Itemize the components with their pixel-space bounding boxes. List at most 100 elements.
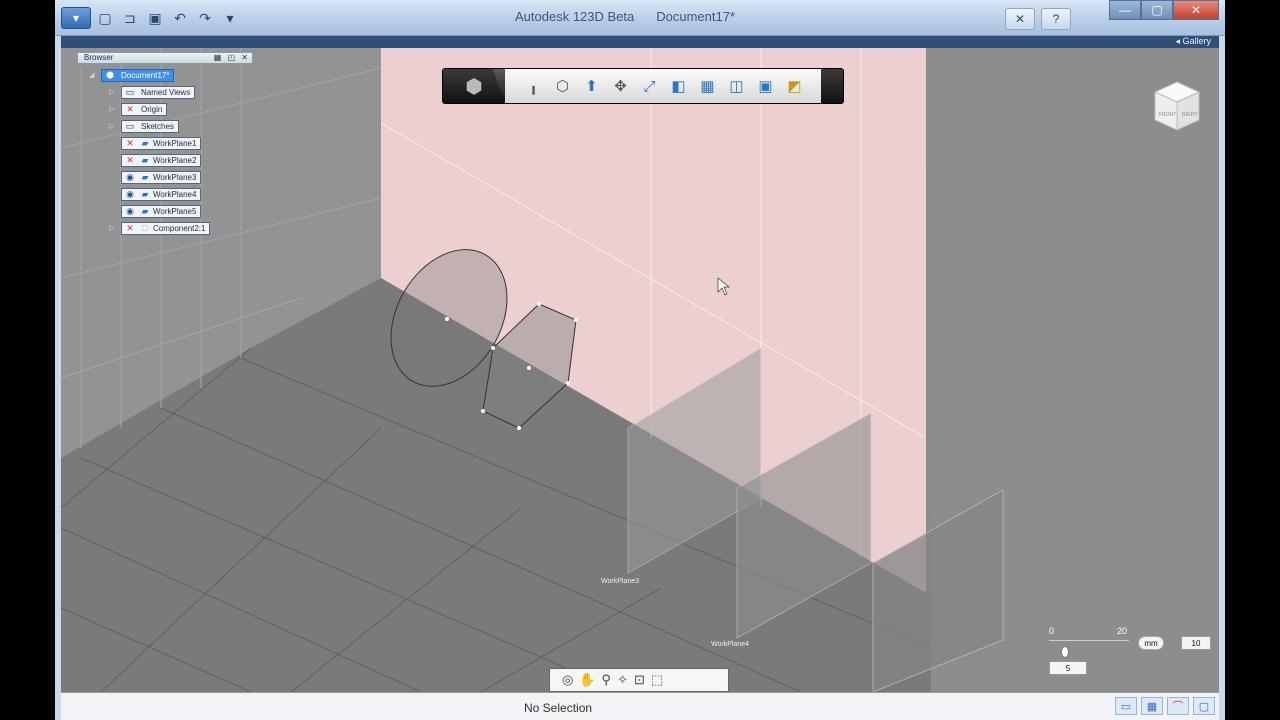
tree-item[interactable]: ▷ ▭ Sketches xyxy=(109,119,179,133)
tree-item[interactable]: ▷ ✕ Origin xyxy=(109,102,168,116)
viewcube[interactable]: FRONT RIGHT xyxy=(1151,78,1203,136)
material-icon[interactable]: ◩ xyxy=(782,74,807,99)
redo-icon[interactable]: ↷ xyxy=(194,7,216,29)
unit-button[interactable]: mm xyxy=(1138,636,1164,650)
item-chip[interactable]: ◉ ▰ WorkPlane5 xyxy=(121,204,202,218)
item-label: WorkPlane4 xyxy=(153,189,197,199)
view-icon[interactable]: ⬚ xyxy=(651,672,663,688)
expand-icon[interactable]: ▷ xyxy=(109,224,117,232)
3d-viewport[interactable]: WorkPlane3 WorkPlane4 Browser ▦ ◰ ✕ ◢ ⬢ … xyxy=(61,48,1219,692)
grid-icon[interactable]: ▦ xyxy=(1141,697,1163,715)
status-icons: ▭ ▦ ⌒ ▢ xyxy=(1115,697,1215,715)
browser-header: Browser ▦ ◰ ✕ xyxy=(77,52,253,64)
title-bar: ▾ ▢ ⊐ ▣ ↶ ↷ ▾ Autodesk 123D Beta Documen… xyxy=(55,0,1225,36)
item-chip[interactable]: ✕ ▰ WorkPlane1 xyxy=(121,136,202,150)
pan-icon[interactable]: ✋ xyxy=(579,672,595,688)
fit-icon[interactable]: ⊡ xyxy=(634,672,645,688)
zoom-icon[interactable]: ⚲ xyxy=(602,672,612,688)
eye-icon[interactable]: ◉ xyxy=(123,189,137,200)
gallery-link[interactable]: ◂ Gallery xyxy=(1175,36,1211,47)
app-menu-button[interactable]: ▾ xyxy=(61,7,91,29)
snap-icon[interactable]: ⌒ xyxy=(1167,697,1189,715)
toolbar-body: ╻ ⬡ ⬆ ✥ ⤢ ◧ ▦ ◫ ▣ ◩ xyxy=(505,69,821,103)
hidden-eye-icon[interactable]: ✕ xyxy=(123,104,137,115)
document-icon: ⬢ xyxy=(106,69,114,80)
browser-controls[interactable]: ▦ ◰ ✕ xyxy=(214,53,250,63)
workplane-icon: ▰ xyxy=(141,171,149,182)
measure-icon[interactable]: ◫ xyxy=(724,74,749,99)
maximize-button[interactable]: ▢ xyxy=(1141,0,1173,20)
item-chip[interactable]: ◉ ▰ WorkPlane3 xyxy=(121,170,202,184)
hidden-eye-icon[interactable]: ✕ xyxy=(123,155,137,166)
new-icon[interactable]: ▢ xyxy=(94,7,116,29)
primitives-icon[interactable]: ⬡ xyxy=(550,74,575,99)
help-area: ✕ ? xyxy=(1005,8,1071,30)
save-icon[interactable]: ▣ xyxy=(144,7,166,29)
item-label: WorkPlane3 xyxy=(153,172,197,182)
item-label: Sketches xyxy=(141,121,174,131)
item-label: Origin xyxy=(141,104,163,114)
main-toolbar: ⬢ ╻ ⬡ ⬆ ✥ ⤢ ◧ ▦ ◫ ▣ ◩ xyxy=(442,68,844,104)
item-label: WorkPlane2 xyxy=(153,155,197,165)
tree-item[interactable]: ◉ ▰ WorkPlane4 xyxy=(121,187,202,201)
close-button[interactable]: ✕ xyxy=(1173,0,1219,20)
expand-icon[interactable]: ▷ xyxy=(109,122,117,130)
item-chip[interactable]: ✕ ▰ WorkPlane2 xyxy=(121,153,202,167)
grid-scale: 0 20 mm 10 5 xyxy=(1041,626,1211,676)
collapse-icon[interactable]: ◢ xyxy=(89,71,97,79)
eye-icon[interactable]: ◉ xyxy=(123,206,137,217)
app-name: Autodesk 123D Beta xyxy=(515,9,635,24)
tree-item[interactable]: ▷ ✕ □ Component2:1 xyxy=(109,221,211,235)
open-icon[interactable]: ⊐ xyxy=(119,7,141,29)
folder-icon: ▭ xyxy=(125,86,135,97)
tree-item[interactable]: ▷ ▭ Named Views xyxy=(109,85,196,99)
expand-icon[interactable]: ▷ xyxy=(109,105,117,113)
modify-icon[interactable]: ✥ xyxy=(608,74,633,99)
quick-access-toolbar: ▾ ▢ ⊐ ▣ ↶ ↷ ▾ xyxy=(61,6,241,30)
eye-icon[interactable]: ◉ xyxy=(123,172,137,183)
document-title: Document17* xyxy=(656,9,736,24)
workplane-icon: ▰ xyxy=(141,188,149,199)
item-chip[interactable]: ▭ Sketches xyxy=(121,119,179,133)
item-chip[interactable]: ◉ ▰ WorkPlane4 xyxy=(121,187,202,201)
item-chip[interactable]: ✕ □ Component2:1 xyxy=(121,221,211,235)
scale-bar xyxy=(1049,640,1129,641)
tree-root[interactable]: ◢ ⬢ Document17* xyxy=(89,68,175,82)
sketch-icon[interactable]: ╻ xyxy=(521,74,546,99)
question-icon[interactable]: ? xyxy=(1041,8,1071,30)
settings-icon[interactable]: ▢ xyxy=(1193,697,1215,715)
orbit-icon[interactable]: ◎ xyxy=(562,672,573,688)
item-chip[interactable]: ✕ Origin xyxy=(121,102,168,116)
display-mode-icon[interactable]: ▭ xyxy=(1115,697,1137,715)
viewcube-right: RIGHT xyxy=(1182,112,1198,118)
snap-value-field[interactable]: 5 xyxy=(1049,661,1087,675)
user-icon[interactable]: ✕ xyxy=(1005,8,1035,30)
hidden-eye-icon[interactable]: ✕ xyxy=(123,223,137,234)
minimize-button[interactable]: — xyxy=(1109,0,1141,20)
tree-item[interactable]: ✕ ▰ WorkPlane1 xyxy=(121,136,202,150)
construct-icon[interactable]: ⬆ xyxy=(579,74,604,99)
undo-icon[interactable]: ↶ xyxy=(169,7,191,29)
home-icon[interactable]: ⬢ xyxy=(443,69,505,103)
look-icon[interactable]: ✧ xyxy=(617,672,628,688)
tree-item[interactable]: ✕ ▰ WorkPlane2 xyxy=(121,153,202,167)
hidden-eye-icon[interactable]: ✕ xyxy=(123,138,137,149)
dropdown-icon[interactable]: ▾ xyxy=(219,7,241,29)
grid-size-field[interactable]: 10 xyxy=(1181,636,1211,650)
combine-icon[interactable]: ▦ xyxy=(695,74,720,99)
browser-title: Browser xyxy=(84,53,114,62)
group-icon[interactable]: ◧ xyxy=(666,74,691,99)
tick-min: 0 xyxy=(1049,626,1055,636)
pattern-icon[interactable]: ⤢ xyxy=(637,74,662,99)
expand-icon[interactable]: ▷ xyxy=(109,88,117,96)
workplane4-label: WorkPlane4 xyxy=(711,641,750,648)
tree-item[interactable]: ◉ ▰ WorkPlane5 xyxy=(121,204,202,218)
root-chip[interactable]: ⬢ Document17* xyxy=(101,68,175,82)
workplane-icon: ▰ xyxy=(141,137,149,148)
tree-item[interactable]: ◉ ▰ WorkPlane3 xyxy=(121,170,202,184)
viewcube-front: FRONT xyxy=(1159,112,1176,118)
item-chip[interactable]: ▭ Named Views xyxy=(121,85,196,99)
text-icon[interactable]: ▣ xyxy=(753,74,778,99)
scene-canvas xyxy=(61,48,1219,692)
scale-slider[interactable] xyxy=(1061,646,1069,658)
